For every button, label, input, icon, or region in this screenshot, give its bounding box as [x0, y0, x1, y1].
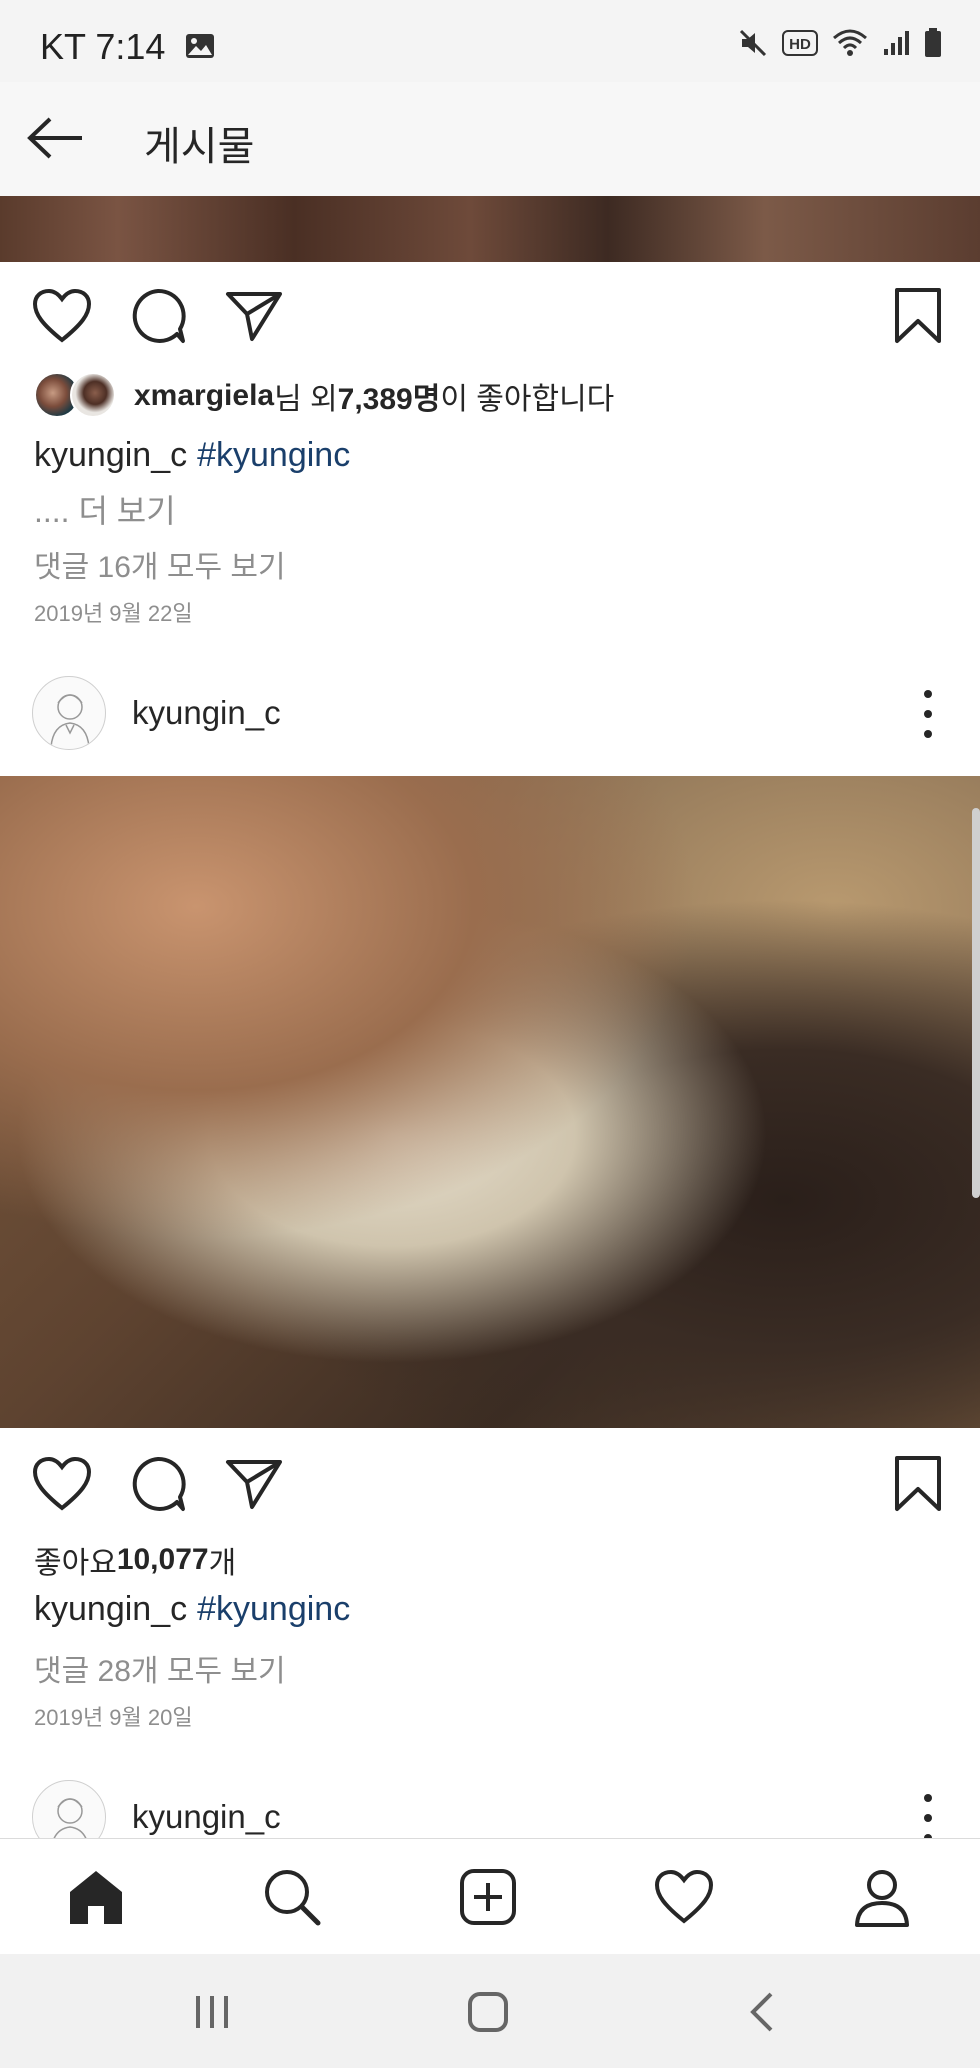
post-actions	[0, 1452, 980, 1542]
carrier-time: KT 7:14	[40, 26, 166, 67]
post-username[interactable]: kyungin_c	[132, 694, 281, 732]
more-options-icon[interactable]	[916, 1790, 940, 1838]
mute-icon	[738, 28, 768, 63]
svg-text:HD: HD	[789, 36, 811, 53]
liker-avatars[interactable]	[34, 372, 120, 420]
post-date: 2019년 9월 20일	[34, 1705, 193, 1730]
back-arrow-icon[interactable]	[26, 110, 86, 166]
comment-icon[interactable]	[126, 1452, 190, 1516]
hashtag-link[interactable]: #kyunginc	[197, 1590, 350, 1628]
battery-icon	[924, 28, 942, 63]
home-icon[interactable]	[64, 1865, 128, 1929]
likes-count[interactable]: 10,077	[117, 1543, 209, 1577]
post-header: kyungin_c	[0, 666, 980, 762]
more-options-icon[interactable]	[916, 686, 940, 742]
activity-heart-icon[interactable]	[652, 1865, 716, 1929]
post-date: 2019년 9월 22일	[34, 601, 193, 626]
caption-username[interactable]: kyungin_c	[34, 436, 187, 474]
heart-icon[interactable]	[30, 284, 94, 348]
avatar	[70, 372, 116, 418]
hashtag-link[interactable]: #kyunginc	[197, 436, 350, 474]
scrollbar[interactable]	[972, 808, 980, 1198]
wifi-icon	[832, 28, 868, 63]
avatar[interactable]	[32, 676, 106, 750]
post-caption: kyungin_c #kyunginc	[34, 436, 350, 475]
caption-username[interactable]: kyungin_c	[34, 1590, 187, 1628]
send-icon[interactable]	[222, 284, 286, 348]
heart-icon[interactable]	[30, 1452, 94, 1516]
back-chevron-icon[interactable]	[732, 1988, 792, 2036]
bookmark-icon[interactable]	[886, 284, 950, 348]
view-comments-link[interactable]: 댓글 16개 모두 보기	[34, 542, 286, 586]
app-header: 게시물	[0, 82, 980, 196]
add-post-icon[interactable]	[456, 1865, 520, 1929]
liker-username[interactable]: xmargiela	[134, 379, 274, 413]
bottom-nav	[0, 1838, 980, 1954]
profile-icon[interactable]	[850, 1865, 914, 1929]
avatar[interactable]	[32, 1780, 106, 1838]
bookmark-icon[interactable]	[886, 1452, 950, 1516]
likes-unit: 개	[208, 1547, 237, 1580]
likes-text: 님 외	[274, 383, 338, 416]
gallery-icon	[185, 26, 215, 68]
likes-summary[interactable]: xmargiela 님 외 7,389명 이 좋아합니다	[34, 372, 614, 420]
status-bar: KT 7:14 HD	[0, 0, 980, 82]
post-username[interactable]: kyungin_c	[132, 1798, 281, 1836]
home-button-icon[interactable]	[458, 1988, 518, 2036]
hd-icon: HD	[782, 30, 818, 61]
recent-apps-icon[interactable]	[182, 1988, 242, 2036]
likes-summary[interactable]: 좋아요 10,077 개	[34, 1538, 236, 1582]
system-nav-bar	[0, 1954, 980, 2068]
signal-icon	[882, 29, 910, 62]
post-caption: kyungin_c #kyunginc	[34, 1590, 350, 1629]
more-link[interactable]: .... 더 보기	[34, 486, 176, 532]
page-title: 게시물	[144, 125, 255, 169]
post-image[interactable]	[0, 776, 980, 1428]
likes-label: 좋아요	[34, 1547, 117, 1580]
post-image-previous[interactable]	[0, 196, 980, 262]
likes-count[interactable]: 7,389명	[338, 374, 441, 418]
post-actions	[0, 284, 980, 374]
send-icon[interactable]	[222, 1452, 286, 1516]
comment-icon[interactable]	[126, 284, 190, 348]
view-comments-link[interactable]: 댓글 28개 모두 보기	[34, 1646, 286, 1690]
likes-text-tail: 이 좋아합니다	[440, 383, 615, 416]
post-header: kyungin_c	[0, 1770, 980, 1838]
search-icon[interactable]	[260, 1865, 324, 1929]
